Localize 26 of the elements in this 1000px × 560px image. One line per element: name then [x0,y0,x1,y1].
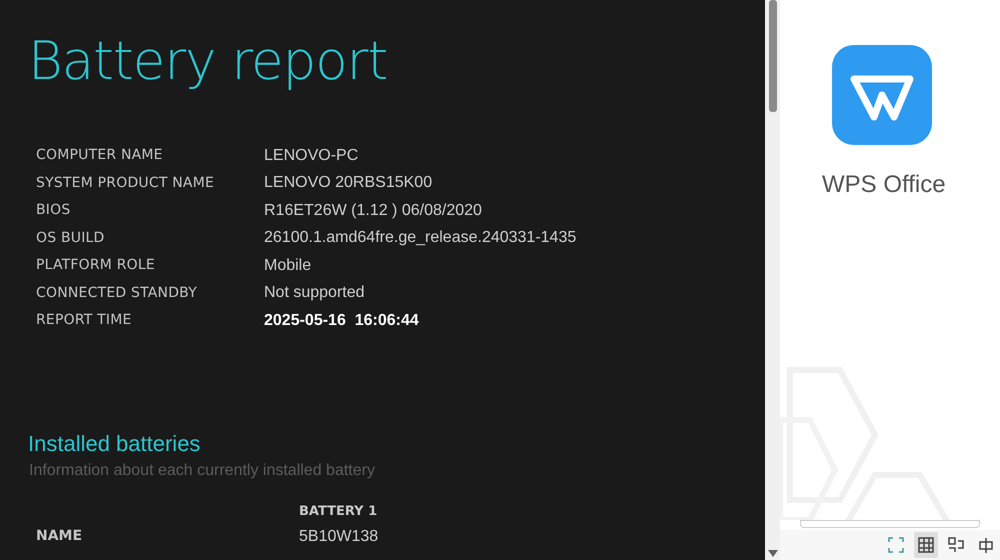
info-label: BIOS [36,201,72,220]
column-header: BATTERY 1 [299,502,378,521]
app-name: WPS Office [822,170,946,200]
table-cell-text: 5B10W138 [299,526,378,546]
section-subtitle: Information about each currently installed battery [29,460,375,480]
horizontal-scrollbar[interactable] [800,520,980,528]
row-label: NAME [36,527,84,546]
info-value: Not supported [264,283,365,304]
report-title: Battery report [28,30,388,94]
info-label: CONNECTED STANDBY [36,284,198,303]
info-label: PLATFORM ROLE [36,256,156,276]
info-value: 26100.1.amd64fre.ge_release.240331-1435 [264,228,576,248]
info-label: SYSTEM PRODUCT NAME [36,174,216,193]
info-value: 2025-05-16 16:06:44 [264,310,419,331]
scrollbar-thumb[interactable] [768,0,776,112]
info-value: LENOVO-PC [264,146,358,166]
app-logo-icon [832,45,932,145]
info-value: LENOVO 20RBS15K00 [264,173,432,194]
info-label: OS BUILD [36,228,106,248]
section-heading: Installed batteries [28,430,200,456]
info-value: R16ET26W (1.12 ) 06/08/2020 [264,200,482,221]
info-value: Mobile [264,256,312,276]
scroll-down-icon[interactable] [768,550,778,557]
info-label: COMPUTER NAME [36,146,164,166]
grid-icon[interactable] [914,532,938,558]
info-label: REPORT TIME [36,311,133,330]
